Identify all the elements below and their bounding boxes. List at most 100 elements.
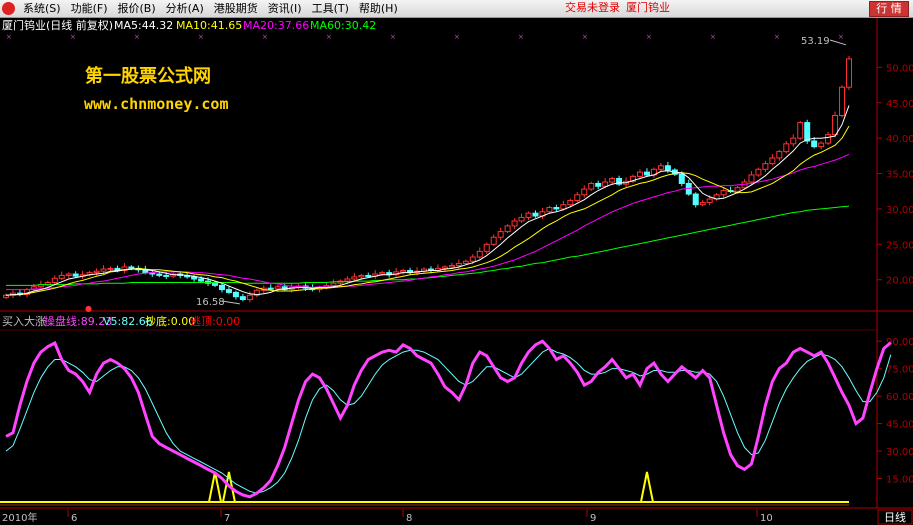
period-marker-icon: ×: [6, 33, 12, 41]
candle-body: [525, 212, 532, 218]
candle-body: [699, 202, 706, 206]
period-marker-icon: ×: [326, 33, 332, 41]
watermark-url: www.chnmoney.com: [84, 95, 229, 113]
candle-body: [448, 265, 455, 268]
candle-body: [191, 276, 198, 280]
login-status[interactable]: 交易未登录: [565, 1, 620, 14]
price-tick-label: 50.00: [886, 63, 913, 74]
candle-body: [678, 173, 685, 184]
candle-body: [518, 216, 525, 222]
candle-body: [636, 171, 643, 177]
stock-chart[interactable]: 厦门钨业(日线 前复权) MA5:44.32 MA10:41.65 MA20:3…: [0, 18, 913, 525]
menu-bar: 系统(S) 功能(F) 报价(B) 分析(A) 港股期货 资讯(I) 工具(T)…: [0, 0, 913, 18]
ma10-line: [5, 125, 850, 296]
current-stock: 厦门钨业: [626, 1, 670, 14]
candle-body: [720, 190, 727, 196]
period-marker-icon: ×: [262, 33, 268, 41]
date-label-jun: 6: [71, 513, 77, 524]
candle-body: [609, 177, 616, 183]
candle-body: [664, 165, 671, 171]
price-tick-label: 30.00: [886, 205, 913, 216]
menu-help[interactable]: 帮助(H): [354, 1, 403, 17]
escape-readout: 逃顶:0.00: [190, 315, 240, 328]
candle-body: [156, 273, 163, 276]
menu-system[interactable]: 系统(S): [18, 1, 66, 17]
candle-body: [588, 182, 595, 190]
quote-button[interactable]: 行 情: [869, 1, 909, 17]
candle-body: [643, 171, 650, 176]
main-trading-line: [5, 339, 892, 499]
candle-body: [846, 58, 852, 88]
price-axis: 20.00 25.00 30.00 35.00 40.00 45.00 50.00: [877, 63, 913, 287]
candle-body: [567, 199, 574, 206]
candle-body: [476, 250, 483, 258]
low-annotation: 16.58: [196, 297, 240, 308]
candle-body: [595, 182, 602, 187]
candle-body: [462, 260, 469, 264]
candle-body: [365, 274, 372, 277]
menu-hk-futures[interactable]: 港股期货: [209, 1, 263, 17]
candle-body: [358, 274, 365, 278]
period-marker-icon: ×: [582, 33, 588, 41]
candle-body: [267, 287, 274, 290]
candle-body: [107, 267, 114, 270]
candle-body: [65, 273, 72, 276]
status-area: 交易未登录 厦门钨业: [565, 1, 676, 15]
date-label-oct: 10: [760, 513, 773, 524]
menu-function[interactable]: 功能(F): [66, 1, 113, 17]
date-label-aug: 8: [406, 513, 412, 524]
candle-body: [504, 225, 511, 233]
price-tick-label: 35.00: [886, 170, 913, 181]
period-marker-icon: ×: [390, 33, 396, 41]
candle-body: [574, 194, 581, 201]
main-line-readout: 操盘线:89.23: [44, 314, 112, 328]
date-label-jul: 7: [224, 513, 230, 524]
bottom-signal-spike: [639, 471, 654, 503]
signal-marker-icon: ●: [85, 304, 92, 313]
indicator-tick-label: 30.00: [886, 447, 913, 458]
menu-analysis[interactable]: 分析(A): [161, 1, 209, 17]
price-tick-label: 45.00: [886, 99, 913, 110]
candle-body: [602, 181, 609, 187]
candle-body: [706, 198, 713, 204]
indicator-lines: [0, 339, 892, 506]
price-tick-label: 40.00: [886, 134, 913, 145]
bottom-readout: 抄底:0.00: [145, 314, 195, 328]
ma60-line: [6, 205, 850, 286]
menu-tools[interactable]: 工具(T): [307, 1, 354, 17]
period-label[interactable]: 日线: [884, 510, 906, 524]
menu-quote[interactable]: 报价(B): [113, 1, 161, 17]
candle-body: [469, 256, 476, 262]
period-marker-icon: ×: [518, 33, 524, 41]
candle-body: [804, 122, 811, 142]
candle-body: [839, 86, 846, 117]
main-menu: 系统(S) 功能(F) 报价(B) 分析(A) 港股期货 资讯(I) 工具(T)…: [18, 1, 403, 17]
candlesticks: [3, 56, 852, 303]
candle-body: [532, 212, 539, 217]
candle-body: [818, 142, 825, 148]
menu-info[interactable]: 资讯(I): [263, 1, 307, 17]
indicator-axis: 15.0030.0045.0060.0075.0090.00: [877, 337, 913, 486]
candle-body: [734, 187, 741, 192]
indicator-name[interactable]: 买入大涨: [2, 314, 46, 328]
candle-body: [218, 284, 225, 291]
candle-body: [581, 188, 588, 196]
period-marker-icon: ×: [646, 33, 652, 41]
candle-body: [755, 168, 762, 176]
period-marker-icon: ×: [70, 33, 76, 41]
candle-body: [344, 278, 351, 282]
candle-body: [100, 268, 107, 272]
period-tab[interactable]: 日线: [877, 509, 913, 525]
price-tick-label: 20.00: [886, 276, 913, 287]
candle-body: [560, 204, 567, 210]
candle-body: [776, 151, 783, 159]
candle-body: [198, 278, 205, 282]
date-axis: 2010年 6 7 8 9 10: [0, 509, 877, 525]
indicator-tick-label: 75.00: [886, 365, 913, 376]
candle-body: [511, 220, 518, 227]
watermark-title: 第一股票公式网: [85, 65, 211, 87]
period-marker-icon: ×: [134, 33, 140, 41]
app-logo-icon[interactable]: [2, 2, 15, 15]
candle-body: [232, 291, 239, 298]
high-label: 53.19: [801, 36, 830, 47]
